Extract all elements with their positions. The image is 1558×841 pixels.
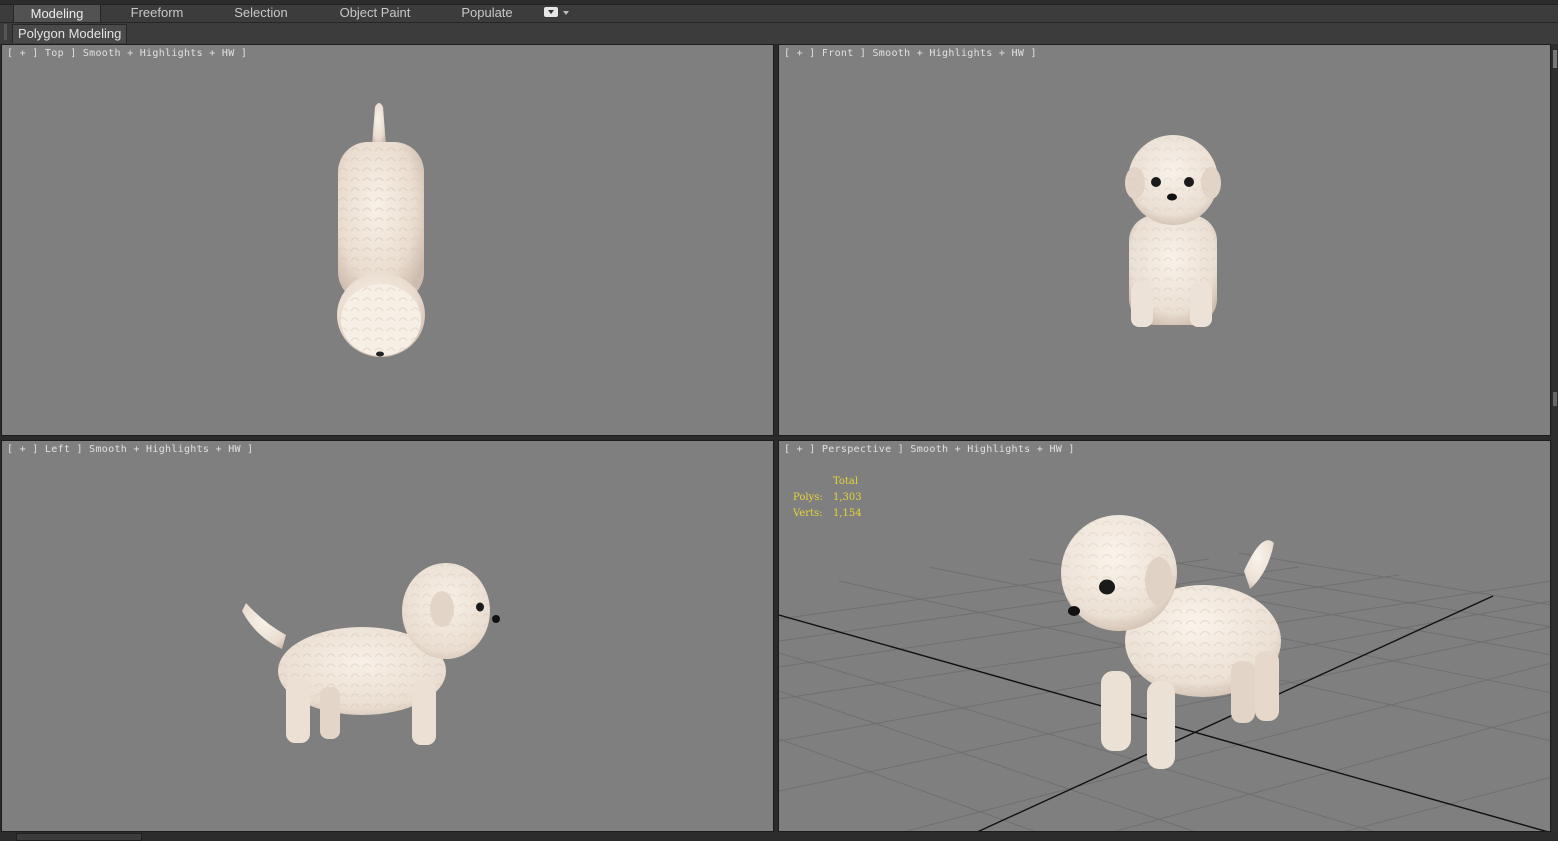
- perspective-grid-and-dog: [779, 515, 1550, 831]
- chevron-down-icon[interactable]: [563, 11, 569, 15]
- viewport-front[interactable]: [ + ] Front ] Smooth + Highlights + HW ]: [778, 44, 1551, 436]
- viewport-label-perspective[interactable]: [ + ] Perspective ] Smooth + Highlights …: [784, 444, 1075, 455]
- tab-dropdown-icon[interactable]: [544, 7, 558, 17]
- panel-tab-polygon-modeling[interactable]: Polygon Modeling: [12, 24, 128, 43]
- stats-verts-value: 1,154: [833, 508, 862, 519]
- bottom-bar: [0, 832, 1558, 839]
- statistics-overlay: Total Polys: 1,303 Verts: 1,154: [793, 474, 862, 522]
- tab-modeling[interactable]: Modeling: [13, 4, 101, 22]
- viewport-label-left[interactable]: [ + ] Left ] Smooth + Highlights + HW ]: [7, 444, 254, 455]
- viewport-perspective[interactable]: [ + ] Perspective ] Smooth + Highlights …: [778, 440, 1551, 832]
- tab-object-paint[interactable]: Object Paint: [309, 4, 441, 22]
- ribbon-divider: [0, 22, 1558, 23]
- stats-polys-row: Polys: 1,303: [793, 490, 862, 506]
- command-panel-edge[interactable]: [1552, 44, 1558, 839]
- ribbon-tabs: Modeling Freeform Selection Object Paint…: [13, 4, 533, 22]
- stats-verts-row: Verts: 1,154: [793, 506, 862, 522]
- ribbon: Modeling Freeform Selection Object Paint…: [0, 0, 1558, 44]
- tab-populate[interactable]: Populate: [441, 4, 533, 22]
- viewport-top[interactable]: [ + ] Top ] Smooth + Highlights + HW ]: [1, 44, 774, 436]
- scroll-handle[interactable]: [1553, 50, 1557, 68]
- stats-verts-label: Verts:: [793, 508, 823, 519]
- dog-front-view: [1125, 135, 1221, 327]
- tab-freeform[interactable]: Freeform: [101, 4, 213, 22]
- tab-selection[interactable]: Selection: [213, 4, 309, 22]
- time-slider[interactable]: [16, 833, 142, 841]
- dog-top-view: [337, 103, 425, 357]
- viewport-label-front[interactable]: [ + ] Front ] Smooth + Highlights + HW ]: [784, 48, 1037, 59]
- dog-left-view: [242, 563, 500, 745]
- viewport-left[interactable]: [ + ] Left ] Smooth + Highlights + HW ]: [1, 440, 774, 832]
- stats-title: Total: [833, 476, 859, 487]
- panel-grip[interactable]: [4, 24, 7, 40]
- stats-polys-value: 1,303: [833, 492, 862, 503]
- scroll-handle-lower[interactable]: [1553, 392, 1557, 406]
- stats-polys-label: Polys:: [793, 492, 823, 503]
- viewport-label-top[interactable]: [ + ] Top ] Smooth + Highlights + HW ]: [7, 48, 247, 59]
